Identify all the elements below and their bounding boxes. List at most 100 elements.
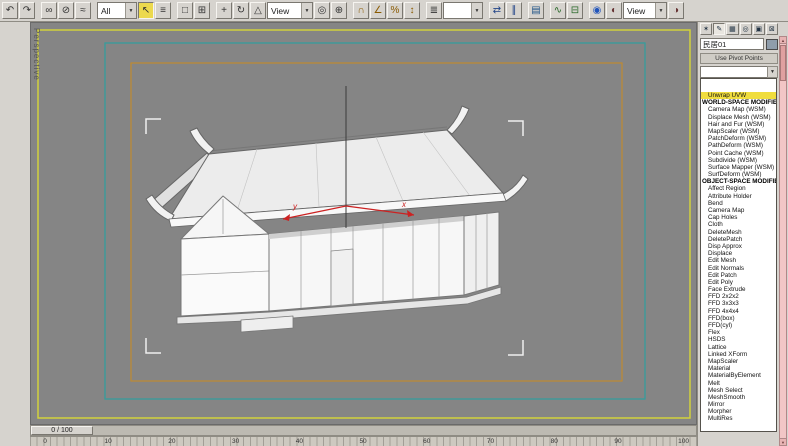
- create-tab[interactable]: ✶: [700, 23, 712, 35]
- motion-tab[interactable]: ◎: [740, 23, 752, 35]
- undo-icon[interactable]: ↶: [2, 2, 18, 19]
- modifier-list-item[interactable]: Edit Mesh: [701, 257, 776, 264]
- modifier-list-item[interactable]: MeshSmooth: [701, 394, 776, 401]
- modifier-list-item[interactable]: FFD(box): [701, 315, 776, 322]
- house-model[interactable]: [146, 106, 528, 332]
- schematic-view-icon[interactable]: ⊟: [567, 2, 583, 19]
- object-name-field[interactable]: 民居01: [700, 38, 764, 50]
- modifier-list-combobox[interactable]: ▼: [700, 66, 778, 78]
- bind-to-space-warp-icon[interactable]: ≈: [75, 2, 91, 19]
- modifier-list-item[interactable]: Affect Region: [701, 185, 776, 192]
- rectangular-selection-region-icon[interactable]: □: [177, 2, 193, 19]
- modifier-list-item[interactable]: Disp Approx: [701, 243, 776, 250]
- chevron-down-icon[interactable]: ▼: [767, 66, 778, 78]
- percent-snap-icon[interactable]: %: [387, 2, 403, 19]
- timeline-ruler[interactable]: 0102030405060708090100: [30, 436, 697, 446]
- modifier-list-item[interactable]: MaterialByElement: [701, 372, 776, 379]
- select-and-link-icon[interactable]: ∞: [41, 2, 57, 19]
- render-type-dropdown[interactable]: View▼: [623, 2, 667, 19]
- modifier-list-item[interactable]: MapScaler: [701, 358, 776, 365]
- use-pivot-point-center-icon[interactable]: ◎: [314, 2, 330, 19]
- modifier-list-item[interactable]: Flex: [701, 329, 776, 336]
- select-and-rotate-icon[interactable]: ↻: [233, 2, 249, 19]
- modifier-list-item[interactable]: PathDeform (WSM): [701, 142, 776, 149]
- modifier-list-item[interactable]: Camera Map (WSM): [701, 106, 776, 113]
- chevron-down-icon[interactable]: ▼: [471, 3, 482, 18]
- unlink-selection-icon[interactable]: ⊘: [58, 2, 74, 19]
- modifier-list-item[interactable]: Displace: [701, 250, 776, 257]
- select-by-name-icon[interactable]: ≡: [155, 2, 171, 19]
- redo-icon[interactable]: ↷: [19, 2, 35, 19]
- modify-tab[interactable]: ✎: [713, 23, 725, 35]
- modifier-list-item[interactable]: Bend: [701, 200, 776, 207]
- curve-editor-icon[interactable]: ∿: [550, 2, 566, 19]
- modifier-list-item[interactable]: Point Cache (WSM): [701, 150, 776, 157]
- modifier-list-item[interactable]: FFD 4x4x4: [701, 308, 776, 315]
- scroll-up-icon[interactable]: ▲: [780, 37, 786, 44]
- layer-manager-icon[interactable]: ▤: [528, 2, 544, 19]
- chevron-down-icon[interactable]: ▼: [301, 3, 312, 18]
- modifier-list-item[interactable]: Cloth: [701, 221, 776, 228]
- modifier-list-item[interactable]: Surface Mapper (WSM): [701, 164, 776, 171]
- select-and-move-icon[interactable]: +: [216, 2, 232, 19]
- modifier-list-item[interactable]: Subdivide (WSM): [701, 157, 776, 164]
- modifier-list-item[interactable]: Attribute Holder: [701, 193, 776, 200]
- modifier-list-item[interactable]: Lattice: [701, 344, 776, 351]
- modifier-list-item[interactable]: Melt: [701, 380, 776, 387]
- modifier-combobox-field[interactable]: [700, 66, 767, 78]
- modifier-list-item[interactable]: FFD(cyl): [701, 322, 776, 329]
- select-and-scale-icon[interactable]: △: [250, 2, 266, 19]
- snap-toggle-icon[interactable]: ∩: [353, 2, 369, 19]
- modifier-list-item[interactable]: MapScaler (WSM): [701, 128, 776, 135]
- time-slider-track[interactable]: 0 / 100: [30, 425, 697, 436]
- modifier-list-item[interactable]: PatchDeform (WSM): [701, 135, 776, 142]
- chevron-down-icon[interactable]: ▼: [125, 3, 136, 18]
- modifier-list-item[interactable]: Face Extrude: [701, 286, 776, 293]
- edit-named-selection-sets-icon[interactable]: ≣: [426, 2, 442, 19]
- named-selection-sets-dropdown[interactable]: ▼: [443, 2, 483, 19]
- modifier-list-item[interactable]: Edit Patch: [701, 272, 776, 279]
- modifier-list-item[interactable]: Displace Mesh (WSM): [701, 114, 776, 121]
- modifier-list-item[interactable]: Cap Holes: [701, 214, 776, 221]
- material-editor-icon[interactable]: ◉: [589, 2, 605, 19]
- select-and-manipulate-icon[interactable]: ⊕: [331, 2, 347, 19]
- modifier-list-item[interactable]: FFD 3x3x3: [701, 300, 776, 307]
- modifier-list-item[interactable]: DeleteMesh: [701, 229, 776, 236]
- modifier-list-item[interactable]: Mesh Select: [701, 387, 776, 394]
- angle-snap-icon[interactable]: ∠: [370, 2, 386, 19]
- modifier-list-item[interactable]: Unwrap UVW: [701, 92, 776, 99]
- object-color-swatch[interactable]: [766, 39, 778, 50]
- time-slider-button[interactable]: 0 / 100: [31, 426, 93, 435]
- scrollbar-thumb[interactable]: [780, 45, 786, 81]
- select-object-icon[interactable]: ↖: [138, 2, 154, 19]
- reference-coordinate-system-dropdown[interactable]: View▼: [267, 2, 313, 19]
- modifier-list-item[interactable]: Camera Map: [701, 207, 776, 214]
- chevron-down-icon[interactable]: ▼: [655, 3, 666, 18]
- display-tab[interactable]: ▣: [753, 23, 765, 35]
- align-icon[interactable]: ∥: [506, 2, 522, 19]
- perspective-viewport[interactable]: Perspective: [30, 22, 697, 425]
- window-crossing-icon[interactable]: ⊞: [194, 2, 210, 19]
- modifier-list-item[interactable]: Edit Normals: [701, 265, 776, 272]
- modifier-list-item[interactable]: MultiRes: [701, 415, 776, 422]
- modifier-list-item[interactable]: Mirror: [701, 401, 776, 408]
- modifier-list-item[interactable]: Material: [701, 365, 776, 372]
- render-scene-icon[interactable]: ◐: [606, 2, 622, 19]
- panel-scrollbar[interactable]: ▲ ▼: [779, 36, 787, 446]
- modifier-list-item[interactable]: Edit Poly: [701, 279, 776, 286]
- mirror-icon[interactable]: ⇄: [489, 2, 505, 19]
- modifier-list-item[interactable]: SurfDeform (WSM): [701, 171, 776, 178]
- quick-render-icon[interactable]: ◑: [668, 2, 684, 19]
- modifier-list-item[interactable]: FFD 2x2x2: [701, 293, 776, 300]
- scroll-down-icon[interactable]: ▼: [780, 438, 786, 445]
- modifier-list-item[interactable]: DeletePatch: [701, 236, 776, 243]
- use-pivot-points-button[interactable]: Use Pivot Points: [700, 53, 778, 64]
- selection-filter-dropdown[interactable]: All▼: [97, 2, 137, 19]
- hierarchy-tab[interactable]: ▦: [726, 23, 738, 35]
- modifier-list-item[interactable]: Hair and Fur (WSM): [701, 121, 776, 128]
- modifier-list-item[interactable]: Morpher: [701, 408, 776, 415]
- modifier-list-item[interactable]: HSDS: [701, 336, 776, 343]
- modifier-list-item[interactable]: Linked XForm: [701, 351, 776, 358]
- spinner-snap-icon[interactable]: ↕: [404, 2, 420, 19]
- utilities-tab[interactable]: ⊠: [766, 23, 778, 35]
